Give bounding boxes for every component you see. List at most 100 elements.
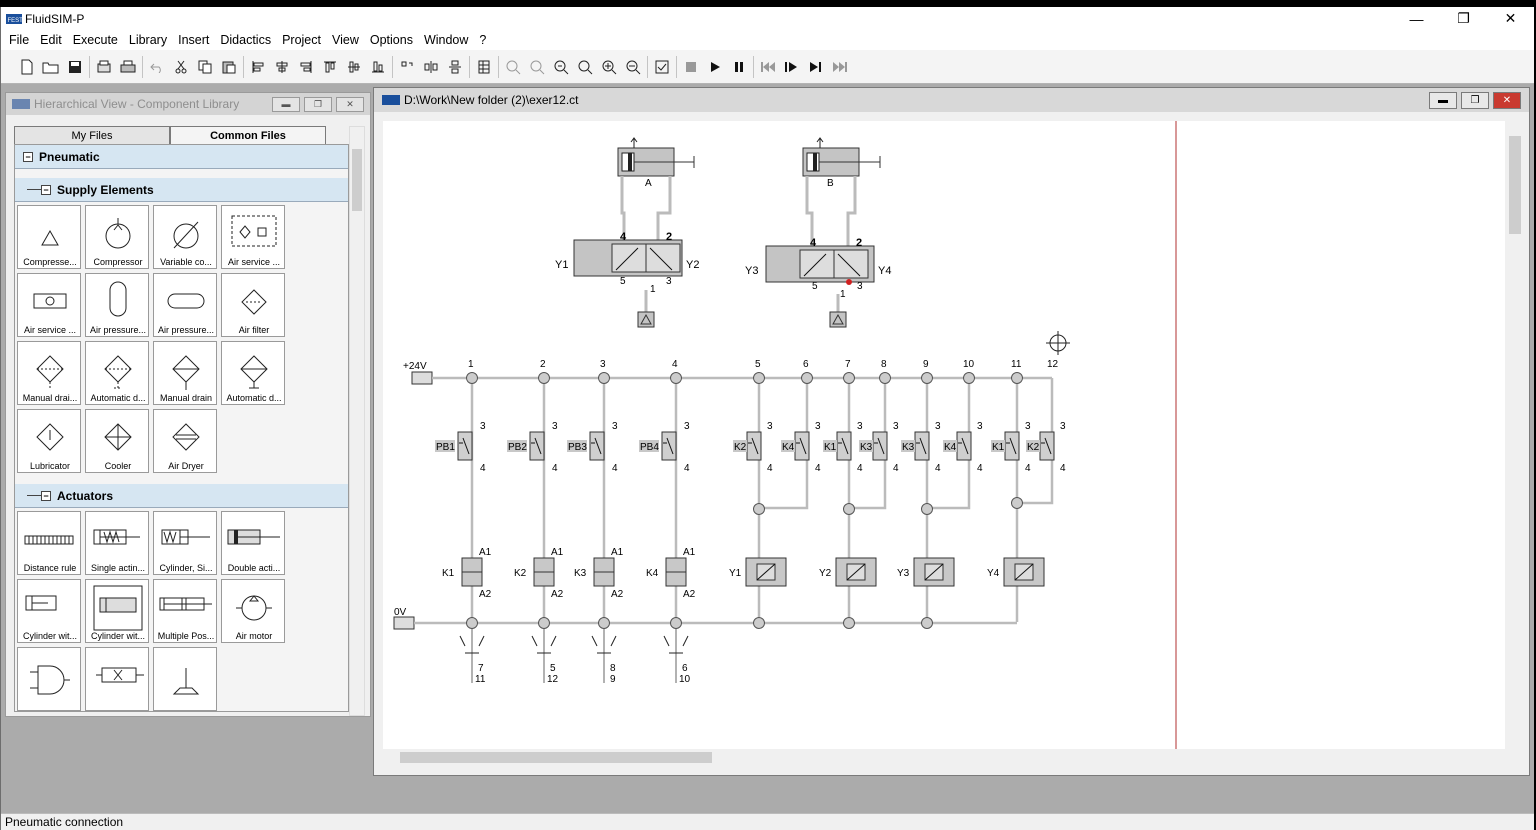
circuit-canvas[interactable]: A B 4 2 5 1 3 Y1 Y2 4 2 5 1 3 Y3 Y4 +24V… (383, 121, 1505, 749)
menu-insert[interactable]: Insert (174, 33, 216, 47)
align-right-button[interactable] (294, 56, 318, 78)
align-center-button[interactable] (270, 56, 294, 78)
check-drawing-button[interactable] (650, 56, 674, 78)
play-button[interactable] (703, 56, 727, 78)
category-supply-elements[interactable]: − Supply Elements (15, 178, 348, 202)
library-close-button[interactable]: ✕ (336, 96, 364, 112)
category-pneumatic[interactable]: − Pneumatic (15, 145, 348, 169)
circuit-maximize-button[interactable]: ❐ (1461, 91, 1489, 109)
single-step-button[interactable] (780, 56, 804, 78)
library-item[interactable]: Compresse... (17, 205, 81, 269)
library-item[interactable]: Air Dryer (153, 409, 217, 473)
circuit-close-button[interactable]: ✕ (1493, 91, 1521, 109)
library-item[interactable]: Air pressure... (85, 273, 149, 337)
fast-forward-button[interactable] (828, 56, 852, 78)
relay-k2[interactable]: K2 A1 A2 (514, 547, 564, 600)
solenoid-y4[interactable]: Y4 (987, 557, 1045, 587)
library-item[interactable]: Cylinder, Si... (153, 511, 217, 575)
contact-k4-rung6[interactable]: K4 3 4 (781, 421, 821, 474)
save-button[interactable] (63, 56, 87, 78)
library-vertical-scrollbar[interactable] (349, 126, 365, 716)
library-maximize-button[interactable]: ❐ (304, 96, 332, 112)
library-item[interactable]: Cylinder wit... (17, 579, 81, 643)
contact-k2-rung12[interactable]: K2 3 4 (1026, 421, 1066, 474)
menu-library[interactable]: Library (125, 33, 174, 47)
stop-button[interactable] (679, 56, 703, 78)
relay-k4[interactable]: K4 A1 A2 (646, 547, 696, 600)
library-item[interactable]: Automatic d... (85, 341, 149, 405)
menu-edit[interactable]: Edit (36, 33, 69, 47)
pause-button[interactable] (727, 56, 751, 78)
contact-k1-rung7[interactable]: K1 3 4 (823, 421, 863, 474)
step-to-state-button[interactable] (804, 56, 828, 78)
circuit-diagram[interactable]: A B 4 2 5 1 3 Y1 Y2 4 2 5 1 3 Y3 Y4 +24V… (383, 121, 1505, 749)
library-item[interactable]: Distance rule (17, 511, 81, 575)
print-button[interactable] (116, 56, 140, 78)
library-item[interactable] (153, 647, 217, 711)
zoom-in-button[interactable] (597, 56, 621, 78)
close-button[interactable]: ✕ (1487, 7, 1534, 30)
circuit-vertical-scrollbar[interactable] (1506, 121, 1524, 749)
directional-valve-1[interactable]: 4 2 5 1 3 Y1 Y2 (555, 231, 699, 328)
menu-project[interactable]: Project (278, 33, 328, 47)
new-file-button[interactable] (15, 56, 39, 78)
circuit-minimize-button[interactable]: ▬ (1429, 91, 1457, 109)
align-middle-button[interactable] (342, 56, 366, 78)
library-item[interactable]: Air service ... (221, 205, 285, 269)
relay-k1[interactable]: K1 A1 A2 (442, 547, 492, 600)
library-item[interactable]: Multiple Pos... (153, 579, 217, 643)
contact-k3-rung8[interactable]: K3 3 4 (859, 421, 899, 474)
zoom-previous-button[interactable] (573, 56, 597, 78)
solenoid-y1[interactable]: Y1 (729, 557, 787, 587)
menu-options[interactable]: Options (366, 33, 420, 47)
library-item[interactable]: Compressor (85, 205, 149, 269)
tab-common-files[interactable]: Common Files (170, 126, 326, 144)
contact-k1-rung11[interactable]: K1 3 4 (991, 421, 1031, 474)
library-item[interactable]: Air filter (221, 273, 285, 337)
menu-file[interactable]: File (5, 33, 36, 47)
contact-k3-rung9[interactable]: K3 3 4 (901, 421, 941, 474)
library-item[interactable]: Variable co... (153, 205, 217, 269)
solenoid-y2[interactable]: Y2 (819, 557, 877, 587)
align-bottom-button[interactable] (366, 56, 390, 78)
collapse-icon[interactable]: − (23, 151, 33, 162)
mirror-horizontal-button[interactable] (419, 56, 443, 78)
library-item[interactable]: Double acti... (221, 511, 285, 575)
zoom-out-button[interactable] (621, 56, 645, 78)
circuit-horizontal-scrollbar[interactable] (383, 749, 1505, 765)
scroll-thumb[interactable] (352, 149, 362, 211)
align-left-button[interactable] (246, 56, 270, 78)
library-item[interactable]: Single actin... (85, 511, 149, 575)
cylinder-b[interactable]: B (802, 137, 881, 189)
library-item[interactable]: Cooler (85, 409, 149, 473)
library-item[interactable] (85, 647, 149, 711)
relay-k3[interactable]: K3 A1 A2 (574, 547, 624, 600)
library-item[interactable]: Manual drain (153, 341, 217, 405)
collapse-icon[interactable]: − (41, 490, 51, 501)
cylinder-a[interactable]: A (617, 137, 695, 189)
library-item[interactable] (17, 647, 81, 711)
paste-button[interactable] (217, 56, 241, 78)
contact-pb3[interactable]: PB3 3 4 (567, 421, 618, 474)
scroll-thumb[interactable] (400, 752, 712, 763)
print-preview-button[interactable] (92, 56, 116, 78)
library-item[interactable]: Automatic d... (221, 341, 285, 405)
contact-pb2[interactable]: PB2 3 4 (507, 421, 558, 474)
mirror-vertical-button[interactable] (443, 56, 467, 78)
reset-button[interactable] (756, 56, 780, 78)
library-item[interactable]: Air motor (221, 579, 285, 643)
minimize-button[interactable]: — (1393, 7, 1440, 30)
open-button[interactable] (39, 56, 63, 78)
grid-button[interactable] (472, 56, 496, 78)
library-item[interactable]: Lubricator (17, 409, 81, 473)
restore-button[interactable]: ❐ (1440, 7, 1487, 30)
contact-k4-rung10[interactable]: K4 3 4 (943, 421, 983, 474)
library-item[interactable]: Cylinder wit... (85, 579, 149, 643)
directional-valve-2[interactable]: 4 2 5 1 3 Y3 Y4 (745, 237, 891, 328)
rotate-button[interactable] (395, 56, 419, 78)
scroll-thumb[interactable] (1509, 136, 1521, 234)
zoom-fit-button[interactable] (549, 56, 573, 78)
library-item[interactable]: Air service ... (17, 273, 81, 337)
contact-pb1[interactable]: PB1 3 4 (435, 421, 486, 474)
copy-button[interactable] (193, 56, 217, 78)
